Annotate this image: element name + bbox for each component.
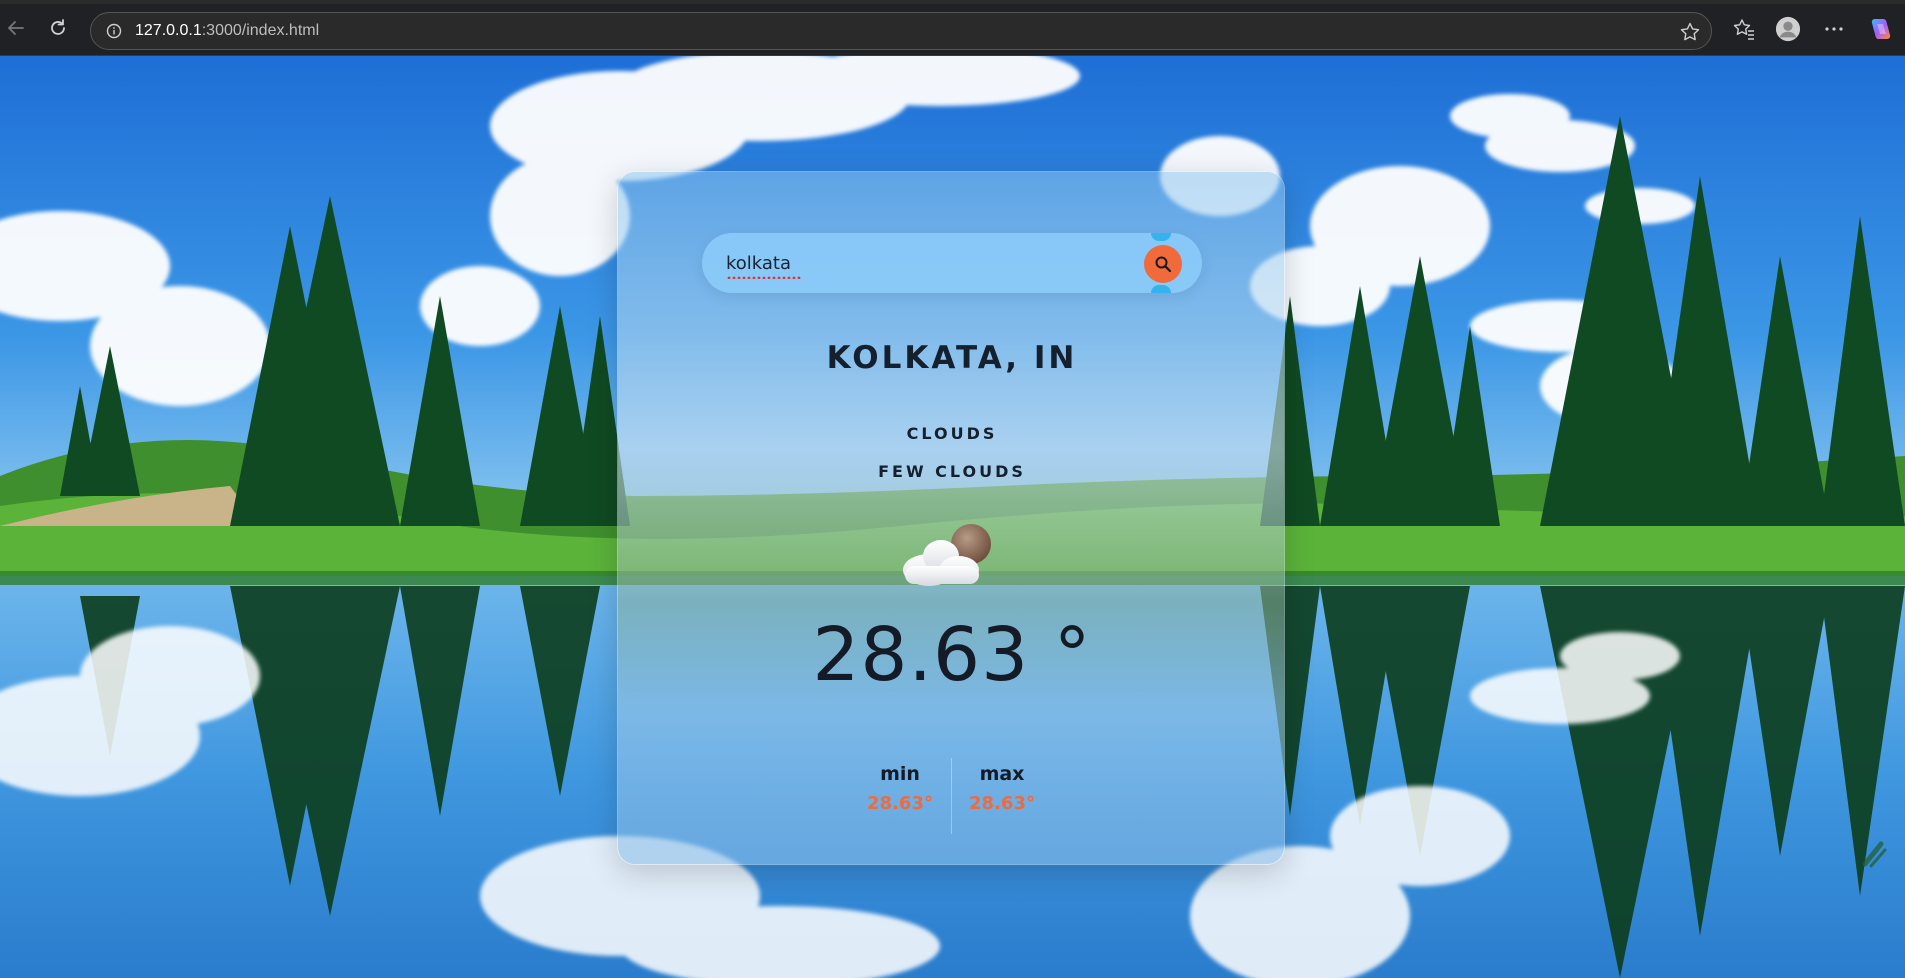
min-max-divider [951,758,952,834]
copilot-icon[interactable] [1867,16,1893,42]
page-viewport: KOLKATA, IN CLOUDS FEW CLOUDS [0,56,1905,978]
scroll-indicator-bottom [1151,285,1171,293]
url-path: :3000/index.html [201,22,320,39]
reload-icon[interactable] [44,14,72,42]
search-button[interactable] [1144,245,1182,283]
search-icon [1155,256,1172,273]
few-clouds-day-icon [903,524,991,586]
back-icon[interactable] [2,14,30,42]
bookmark-star-icon[interactable] [1679,21,1701,43]
max-temperature: 28.63° [969,793,1035,814]
info-icon[interactable] [105,22,123,40]
scroll-indicator-top [1151,233,1171,241]
min-label: min [880,763,920,785]
tab-strip [0,0,1905,4]
url-text[interactable]: 127.0.0.1:3000/index.html [135,22,319,40]
browser-toolbar: 127.0.0.1:3000/index.html [0,0,1905,56]
spellcheck-underline [727,275,802,279]
city-name: KOLKATA, IN [826,340,1078,376]
max-label: max [979,763,1025,785]
min-temperature: 28.63° [867,793,933,814]
weather-card: KOLKATA, IN CLOUDS FEW CLOUDS [617,171,1285,865]
favorites-icon[interactable] [1731,16,1757,42]
search-box [702,233,1202,293]
watermark-logo-icon [1862,841,1887,868]
temperature-value: 28.63 ° [812,612,1092,698]
weather-condition: CLOUDS [906,424,998,443]
profile-avatar-icon[interactable] [1775,16,1801,42]
weather-description: FEW CLOUDS [878,462,1026,481]
address-bar[interactable]: 127.0.0.1:3000/index.html [90,12,1712,50]
more-options-icon[interactable] [1821,16,1847,42]
url-host: 127.0.0.1 [135,22,202,39]
